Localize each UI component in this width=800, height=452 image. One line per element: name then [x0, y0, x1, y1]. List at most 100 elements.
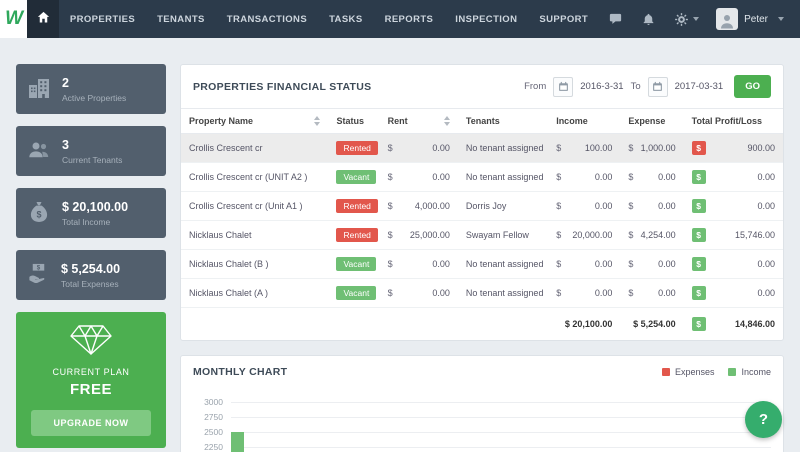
- money-bag-icon: $: [27, 200, 51, 227]
- stat-card-total-expenses[interactable]: $ $ 5,254.00 Total Expenses: [16, 250, 166, 300]
- to-date-value[interactable]: 2017-03-31: [675, 81, 724, 92]
- user-caret-icon: [778, 17, 784, 21]
- stat-value: $ 20,100.00: [62, 199, 129, 214]
- y-axis-label: 2750: [204, 412, 223, 422]
- status-cell: Vacant: [328, 162, 380, 192]
- totals-row: $ 20,100.00 $ 5,254.00 $14,846.00: [181, 307, 783, 340]
- sort-icon[interactable]: [443, 116, 450, 126]
- stat-value: 2: [62, 75, 69, 90]
- stat-card-active-properties[interactable]: 2 Active Properties: [16, 64, 166, 114]
- nav-item-tenants[interactable]: TENANTS: [146, 0, 216, 38]
- col-tenants[interactable]: Tenants: [457, 108, 549, 134]
- status-badge: Vacant: [336, 257, 377, 271]
- chat-icon[interactable]: [599, 0, 632, 38]
- profit-dollar-icon: $: [691, 199, 706, 213]
- table-row[interactable]: Crollis Crescent cr (Unit A1 ) Rented $4,0…: [181, 191, 783, 221]
- tenants-cell: No tenant assigned: [457, 278, 549, 308]
- income-cell: $20,000.00: [548, 220, 621, 250]
- stat-card-total-income[interactable]: $ $ 20,100.00 Total Income: [16, 188, 166, 238]
- expense-cell: $0.00: [620, 278, 684, 308]
- table-row[interactable]: Nicklaus Chalet Rented $25,000.00 Swayam Fe…: [181, 220, 783, 250]
- profit-cell: $0.00: [683, 191, 783, 221]
- sort-icon[interactable]: [314, 116, 321, 126]
- stat-value: 3: [62, 137, 69, 152]
- table-row[interactable]: Nicklaus Chalet (A ) Vacant $0.00 No tenant…: [181, 278, 783, 308]
- nav-item-support[interactable]: SUPPORT: [528, 0, 599, 38]
- nav-right: Peter: [599, 0, 800, 38]
- stat-label: Total Expenses: [61, 278, 119, 289]
- profit-cell: $0.00: [683, 278, 783, 308]
- help-button[interactable]: ?: [745, 401, 782, 438]
- status-badge: Rented: [336, 199, 378, 213]
- status-badge: Rented: [336, 228, 378, 242]
- profit-dollar-icon: $: [691, 286, 706, 300]
- tenants-cell: No tenant assigned: [457, 249, 549, 279]
- plan-label: CURRENT PLAN: [52, 367, 130, 377]
- table-row[interactable]: Crollis Crescent cr Rented $0.00 No tenant …: [181, 133, 783, 163]
- income-cell: $0.00: [548, 278, 621, 308]
- totals-spacer: [181, 307, 549, 340]
- monthly-chart-card: MONTHLY CHART Expenses Income 3000 2750 25…: [180, 355, 784, 452]
- income-cell: $0.00: [548, 191, 621, 221]
- gear-caret-icon: [693, 17, 700, 21]
- status-badge: Rented: [336, 141, 378, 155]
- col-profit[interactable]: Total Profit/Loss: [683, 108, 783, 134]
- status-cell: Rented: [328, 220, 380, 250]
- from-date-value[interactable]: 2016-3-31: [580, 81, 623, 92]
- rent-cell: $0.00: [379, 249, 458, 279]
- property-name-cell: Nicklaus Chalet: [181, 220, 329, 250]
- financial-status-card: PROPERTIES FINANCIAL STATUS From 2016-3-…: [180, 64, 784, 341]
- bell-icon[interactable]: [632, 0, 665, 38]
- svg-text:$: $: [37, 264, 41, 271]
- expense-cell: $0.00: [620, 162, 684, 192]
- diamond-icon: [69, 324, 113, 359]
- col-expense[interactable]: Expense: [620, 108, 684, 134]
- rent-cell: $0.00: [379, 133, 458, 163]
- table-row[interactable]: Crollis Crescent cr (UNIT A2 ) Vacant $0.0…: [181, 162, 783, 192]
- profit-cell: $900.00: [683, 133, 783, 163]
- from-calendar-icon[interactable]: [553, 76, 574, 97]
- property-name-cell: Crollis Crescent cr: [181, 133, 329, 163]
- income-cell: $0.00: [548, 249, 621, 279]
- top-navbar: W PROPERTIES TENANTS TRANSACTIONS TASKS REPO…: [0, 0, 800, 38]
- profit-dollar-icon: $: [691, 141, 706, 155]
- go-button[interactable]: GO: [734, 75, 771, 98]
- stat-label: Current Tenants: [62, 154, 123, 165]
- col-income[interactable]: Income: [548, 108, 621, 134]
- nav-item-tasks[interactable]: TASKS: [318, 0, 374, 38]
- upgrade-now-button[interactable]: UPGRADE NOW: [31, 410, 151, 436]
- totals-income: $ 20,100.00: [548, 307, 621, 340]
- to-label: To: [630, 81, 641, 92]
- gridline: [231, 432, 771, 433]
- rent-cell: $4,000.00: [379, 191, 458, 221]
- expense-cell: $1,000.00: [620, 133, 684, 163]
- col-property-name[interactable]: Property Name: [181, 108, 329, 134]
- expenses-swatch: [661, 368, 670, 376]
- tenants-cell: No tenant assigned: [457, 162, 549, 192]
- legend-expenses: Expenses: [674, 367, 715, 377]
- gear-icon[interactable]: [665, 0, 708, 38]
- nav-item-properties[interactable]: PROPERTIES: [59, 0, 146, 38]
- legend-income: Income: [741, 367, 771, 377]
- nav-item-reports[interactable]: REPORTS: [374, 0, 445, 38]
- profit-cell: $0.00: [683, 162, 783, 192]
- col-status[interactable]: Status: [328, 108, 380, 134]
- avatar: [716, 8, 739, 30]
- table-row[interactable]: Nicklaus Chalet (B ) Vacant $0.00 No tenant…: [181, 249, 783, 279]
- from-label: From: [524, 81, 547, 92]
- plan-name: FREE: [69, 381, 112, 398]
- expense-cell: $0.00: [620, 249, 684, 279]
- nav-item-home[interactable]: [27, 0, 59, 38]
- income-cell: $100.00: [548, 133, 621, 163]
- nav-item-transactions[interactable]: TRANSACTIONS: [216, 0, 318, 38]
- user-menu[interactable]: Peter: [708, 8, 792, 30]
- profit-dollar-icon: $: [691, 228, 706, 242]
- stat-card-current-tenants[interactable]: 3 Current Tenants: [16, 126, 166, 176]
- col-rent[interactable]: Rent: [379, 108, 458, 134]
- to-calendar-icon[interactable]: [647, 76, 668, 97]
- y-axis-label: 3000: [204, 397, 223, 407]
- chart-plot: 300027502500225020001750: [189, 392, 771, 452]
- app-logo[interactable]: W: [0, 0, 28, 38]
- nav-item-inspection[interactable]: INSPECTION: [444, 0, 528, 38]
- status-cell: Vacant: [328, 278, 380, 308]
